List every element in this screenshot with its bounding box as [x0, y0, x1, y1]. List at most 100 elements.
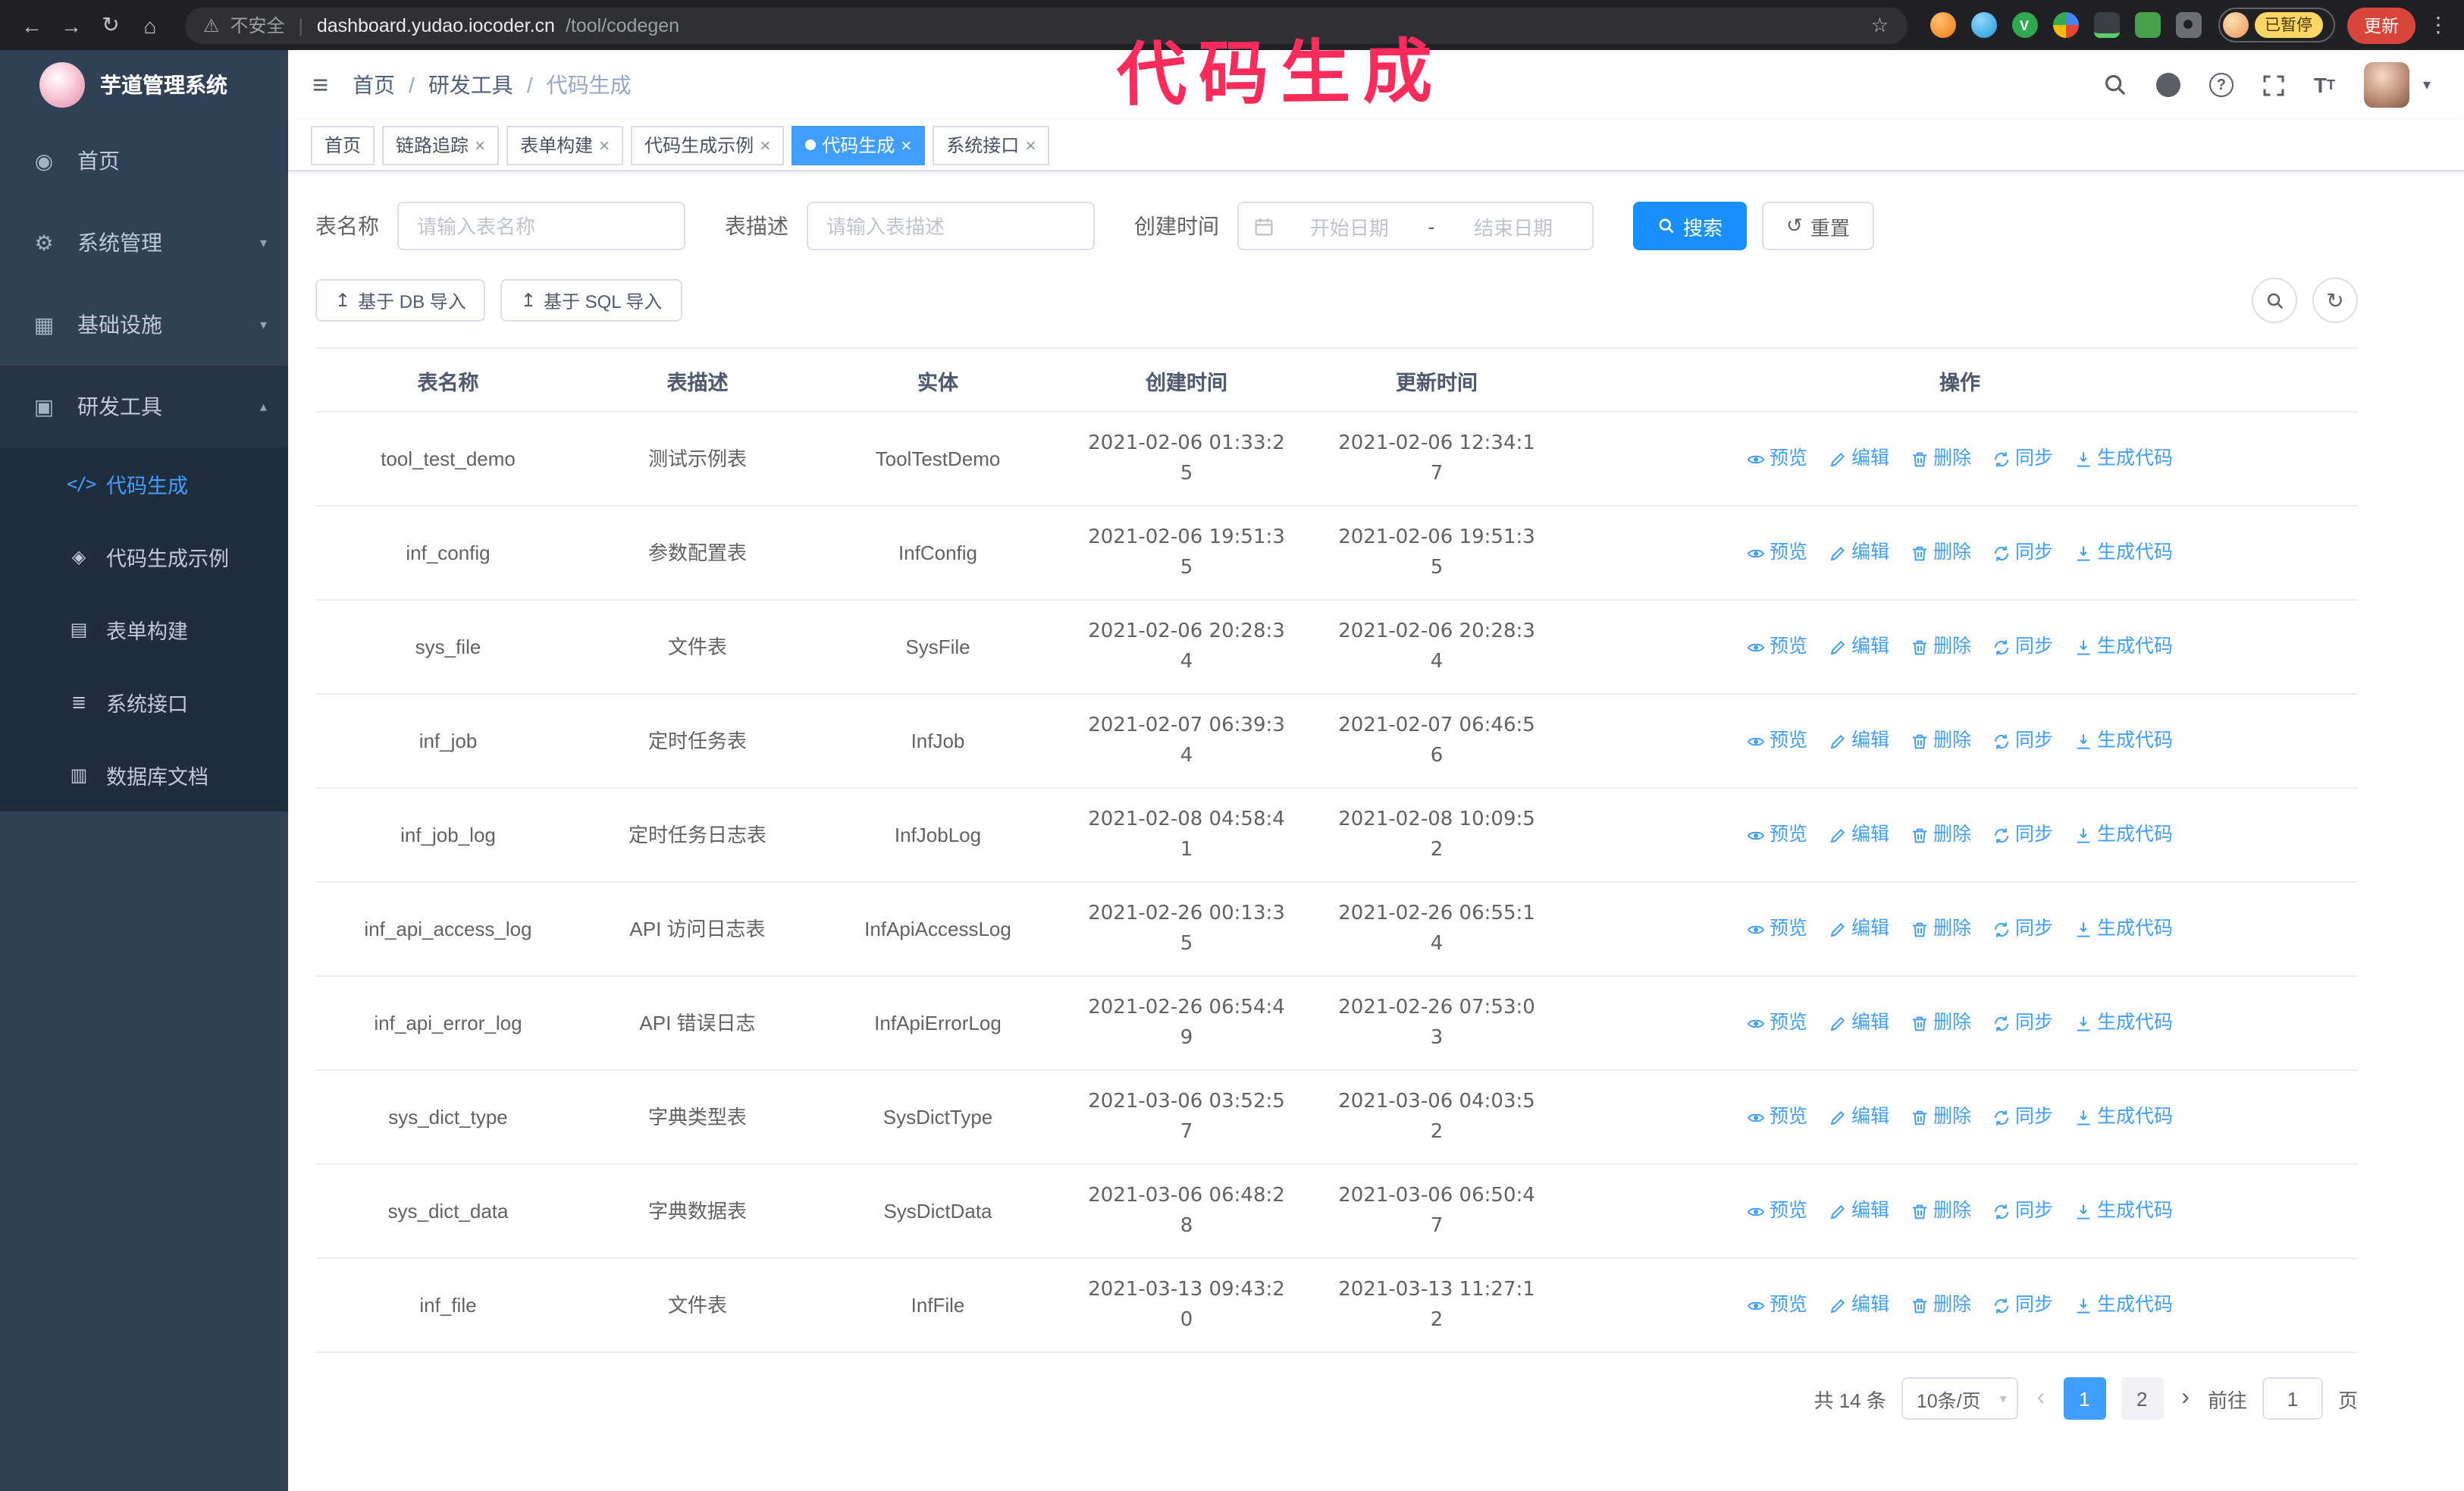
- generate-code-link[interactable]: 生成代码: [2074, 821, 2173, 849]
- github-icon[interactable]: [2155, 73, 2180, 97]
- delete-link[interactable]: 删除: [1911, 1009, 1971, 1037]
- edit-link[interactable]: 编辑: [1829, 1291, 1889, 1320]
- help-icon[interactable]: ?: [2209, 73, 2234, 97]
- generate-code-link[interactable]: 生成代码: [2074, 915, 2173, 943]
- sidebar-item-codegen[interactable]: </> 代码生成: [0, 447, 288, 520]
- search-icon[interactable]: [2103, 73, 2127, 97]
- sidebar-item-devtools[interactable]: ▣ 研发工具 ▴: [0, 366, 288, 447]
- address-bar[interactable]: ⚠ 不安全 | dashboard.yudao.iocoder.cn /tool…: [185, 7, 1907, 43]
- generate-code-link[interactable]: 生成代码: [2074, 1291, 2173, 1320]
- refresh-button[interactable]: ↻: [2312, 278, 2358, 323]
- sync-link[interactable]: 同步: [1992, 538, 2053, 567]
- sidebar-item-db-doc[interactable]: ▥ 数据库文档: [0, 739, 288, 811]
- page-button-1[interactable]: 1: [2063, 1377, 2106, 1420]
- close-icon[interactable]: ×: [901, 136, 911, 154]
- sync-link[interactable]: 同步: [1992, 821, 2053, 849]
- edit-link[interactable]: 编辑: [1829, 915, 1889, 943]
- preview-link[interactable]: 预览: [1747, 444, 1807, 473]
- browser-back-icon[interactable]: ←: [15, 13, 49, 37]
- import-sql-button[interactable]: ↥ 基于 SQL 导入: [500, 279, 682, 322]
- sync-link[interactable]: 同步: [1992, 1103, 2053, 1132]
- breadcrumb-home[interactable]: 首页: [353, 70, 395, 100]
- preview-link[interactable]: 预览: [1747, 1197, 1807, 1226]
- sync-link[interactable]: 同步: [1992, 1009, 2053, 1037]
- goto-page-input[interactable]: [2262, 1377, 2323, 1420]
- extension-icon-2[interactable]: [1970, 12, 1996, 38]
- sync-link[interactable]: 同步: [1992, 915, 2053, 943]
- extension-icon-3[interactable]: V: [2011, 12, 2037, 38]
- generate-code-link[interactable]: 生成代码: [2074, 727, 2173, 755]
- tab-home[interactable]: 首页: [311, 125, 375, 165]
- tab-codegen-example[interactable]: 代码生成示例 ×: [631, 125, 785, 165]
- sidebar-item-infra[interactable]: ▦ 基础设施 ▾: [0, 284, 288, 366]
- extension-icon-1[interactable]: [1930, 12, 1955, 38]
- font-size-icon[interactable]: TT: [2314, 73, 2335, 97]
- generate-code-link[interactable]: 生成代码: [2074, 632, 2173, 661]
- toggle-search-button[interactable]: [2252, 278, 2297, 323]
- preview-link[interactable]: 预览: [1747, 1009, 1807, 1037]
- delete-link[interactable]: 删除: [1911, 538, 1971, 567]
- edit-link[interactable]: 编辑: [1829, 444, 1889, 473]
- tab-form-builder[interactable]: 表单构建 ×: [506, 125, 624, 165]
- browser-update-button[interactable]: 更新: [2347, 7, 2415, 43]
- page-button-2[interactable]: 2: [2121, 1377, 2164, 1420]
- prev-page-button[interactable]: ‹: [2034, 1385, 2049, 1412]
- generate-code-link[interactable]: 生成代码: [2074, 1009, 2173, 1037]
- close-icon[interactable]: ×: [760, 136, 770, 154]
- preview-link[interactable]: 预览: [1747, 915, 1807, 943]
- table-name-input[interactable]: [397, 202, 685, 250]
- generate-code-link[interactable]: 生成代码: [2074, 1197, 2173, 1226]
- browser-profile-chip[interactable]: 已暂停: [2218, 8, 2335, 42]
- page-size-select[interactable]: 10条/页 ▾: [1901, 1377, 2019, 1420]
- next-page-button[interactable]: ›: [2178, 1385, 2193, 1412]
- app-logo[interactable]: 芋道管理系统: [0, 50, 288, 120]
- preview-link[interactable]: 预览: [1747, 821, 1807, 849]
- sync-link[interactable]: 同步: [1992, 444, 2053, 473]
- breadcrumb-devtools[interactable]: 研发工具: [428, 70, 513, 100]
- sync-link[interactable]: 同步: [1992, 727, 2053, 755]
- delete-link[interactable]: 删除: [1911, 727, 1971, 755]
- browser-home-icon[interactable]: ⌂: [133, 13, 167, 37]
- extensions-puzzle-icon[interactable]: [2175, 12, 2201, 38]
- browser-reload-icon[interactable]: ↻: [94, 12, 127, 38]
- preview-link[interactable]: 预览: [1747, 538, 1807, 567]
- generate-code-link[interactable]: 生成代码: [2074, 1103, 2173, 1132]
- avatar-caret-icon[interactable]: ▾: [2423, 77, 2431, 93]
- edit-link[interactable]: 编辑: [1829, 821, 1889, 849]
- sidebar-item-system-api[interactable]: ≣ 系统接口: [0, 666, 288, 739]
- extension-icon-4[interactable]: [2052, 12, 2078, 38]
- preview-link[interactable]: 预览: [1747, 1291, 1807, 1320]
- fullscreen-icon[interactable]: [2262, 74, 2285, 96]
- tab-codegen[interactable]: 代码生成 ×: [792, 125, 926, 165]
- edit-link[interactable]: 编辑: [1829, 1009, 1889, 1037]
- tab-system-api[interactable]: 系统接口 ×: [933, 125, 1050, 165]
- sidebar-item-system[interactable]: ⚙ 系统管理 ▾: [0, 202, 288, 284]
- edit-link[interactable]: 编辑: [1829, 727, 1889, 755]
- delete-link[interactable]: 删除: [1911, 1291, 1971, 1320]
- extension-icon-6[interactable]: [2134, 12, 2160, 38]
- sidebar-item-form-builder[interactable]: ▤ 表单构建: [0, 593, 288, 666]
- generate-code-link[interactable]: 生成代码: [2074, 538, 2173, 567]
- search-button[interactable]: 搜索: [1633, 202, 1748, 250]
- import-db-button[interactable]: ↥ 基于 DB 导入: [315, 279, 486, 322]
- tab-tracing[interactable]: 链路追踪 ×: [382, 125, 500, 165]
- preview-link[interactable]: 预览: [1747, 632, 1807, 661]
- delete-link[interactable]: 删除: [1911, 1197, 1971, 1226]
- date-range-picker[interactable]: 开始日期 - 结束日期: [1237, 202, 1594, 250]
- avatar[interactable]: [2363, 62, 2409, 108]
- bookmark-star-icon[interactable]: ☆: [1871, 13, 1889, 37]
- preview-link[interactable]: 预览: [1747, 727, 1807, 755]
- edit-link[interactable]: 编辑: [1829, 632, 1889, 661]
- table-desc-input[interactable]: [807, 202, 1095, 250]
- generate-code-link[interactable]: 生成代码: [2074, 444, 2173, 473]
- delete-link[interactable]: 删除: [1911, 632, 1971, 661]
- close-icon[interactable]: ×: [475, 136, 485, 154]
- delete-link[interactable]: 删除: [1911, 915, 1971, 943]
- edit-link[interactable]: 编辑: [1829, 1103, 1889, 1132]
- sidebar-item-home[interactable]: ◉ 首页: [0, 120, 288, 202]
- delete-link[interactable]: 删除: [1911, 444, 1971, 473]
- reset-button[interactable]: ↺ 重置: [1762, 202, 1874, 250]
- extension-icon-5[interactable]: [2093, 12, 2119, 38]
- close-icon[interactable]: ×: [1025, 136, 1036, 154]
- browser-forward-icon[interactable]: →: [55, 13, 88, 37]
